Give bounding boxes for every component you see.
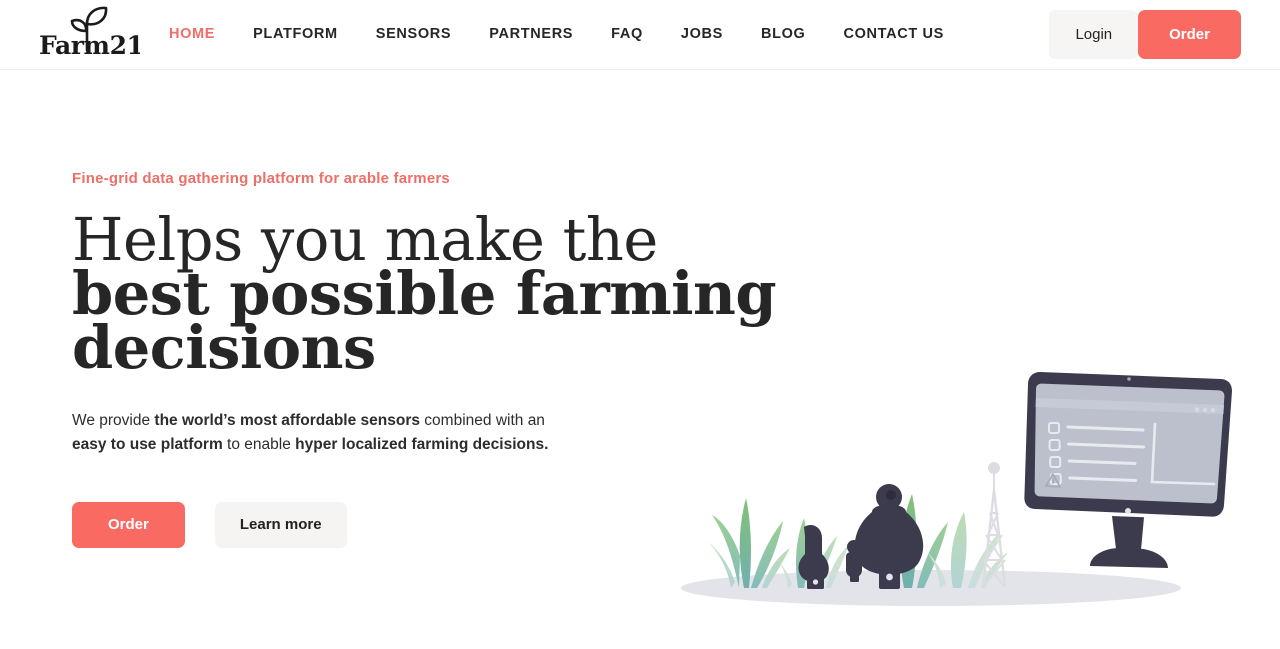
sprout-icon: Farm21 [39, 6, 140, 60]
nav-item-contact-us[interactable]: CONTACT US [825, 0, 963, 69]
hero-order-button[interactable]: Order [72, 502, 185, 548]
hero-eyebrow: Fine-grid data gathering platform for ar… [72, 170, 450, 187]
nav-item-blog[interactable]: BLOG [742, 0, 825, 69]
hero-illustration [676, 370, 1236, 620]
paragraph-text-3: to enable [222, 436, 296, 453]
nav-item-faq[interactable]: FAQ [592, 0, 662, 69]
paragraph-emphasis-3: hyper localized farming decisions. [295, 436, 549, 453]
main-navigation: HOME PLATFORM SENSORS PARTNERS FAQ JOBS … [150, 0, 963, 69]
hero-section: Fine-grid data gathering platform for ar… [0, 70, 1280, 649]
hero-cta-row: Order Learn more [72, 502, 632, 548]
nav-item-sensors[interactable]: SENSORS [357, 0, 470, 69]
paragraph-text-2: combined with an [420, 412, 545, 429]
svg-text:Farm21: Farm21 [39, 31, 140, 60]
hero-copy: Fine-grid data gathering platform for ar… [72, 170, 777, 548]
login-button[interactable]: Login [1049, 10, 1139, 59]
nav-item-home[interactable]: HOME [150, 0, 234, 69]
hero-learn-more-button[interactable]: Learn more [214, 502, 347, 548]
paragraph-text-1: We provide [72, 412, 155, 429]
dashboard-monitor [1024, 372, 1232, 568]
headline-line-3: decisions [72, 313, 376, 382]
paragraph-emphasis-1: the world’s most affordable sensors [154, 412, 420, 429]
farm-sensors-dashboard-illustration [681, 372, 1232, 606]
header-actions: Login Order [1049, 10, 1241, 59]
hero-headline: Helps you make the best possible farming… [72, 210, 777, 382]
header-order-button[interactable]: Order [1138, 10, 1241, 59]
site-header: Farm21 HOME PLATFORM SENSORS PARTNERS FA… [0, 0, 1280, 70]
paragraph-emphasis-2: easy to use platform [72, 436, 223, 453]
brand-logo[interactable]: Farm21 [30, 4, 140, 62]
nav-item-jobs[interactable]: JOBS [662, 0, 742, 69]
nav-item-partners[interactable]: PARTNERS [470, 0, 592, 69]
nav-item-platform[interactable]: PLATFORM [234, 0, 357, 69]
hero-paragraph: We provide the world’s most affordable s… [72, 409, 572, 457]
